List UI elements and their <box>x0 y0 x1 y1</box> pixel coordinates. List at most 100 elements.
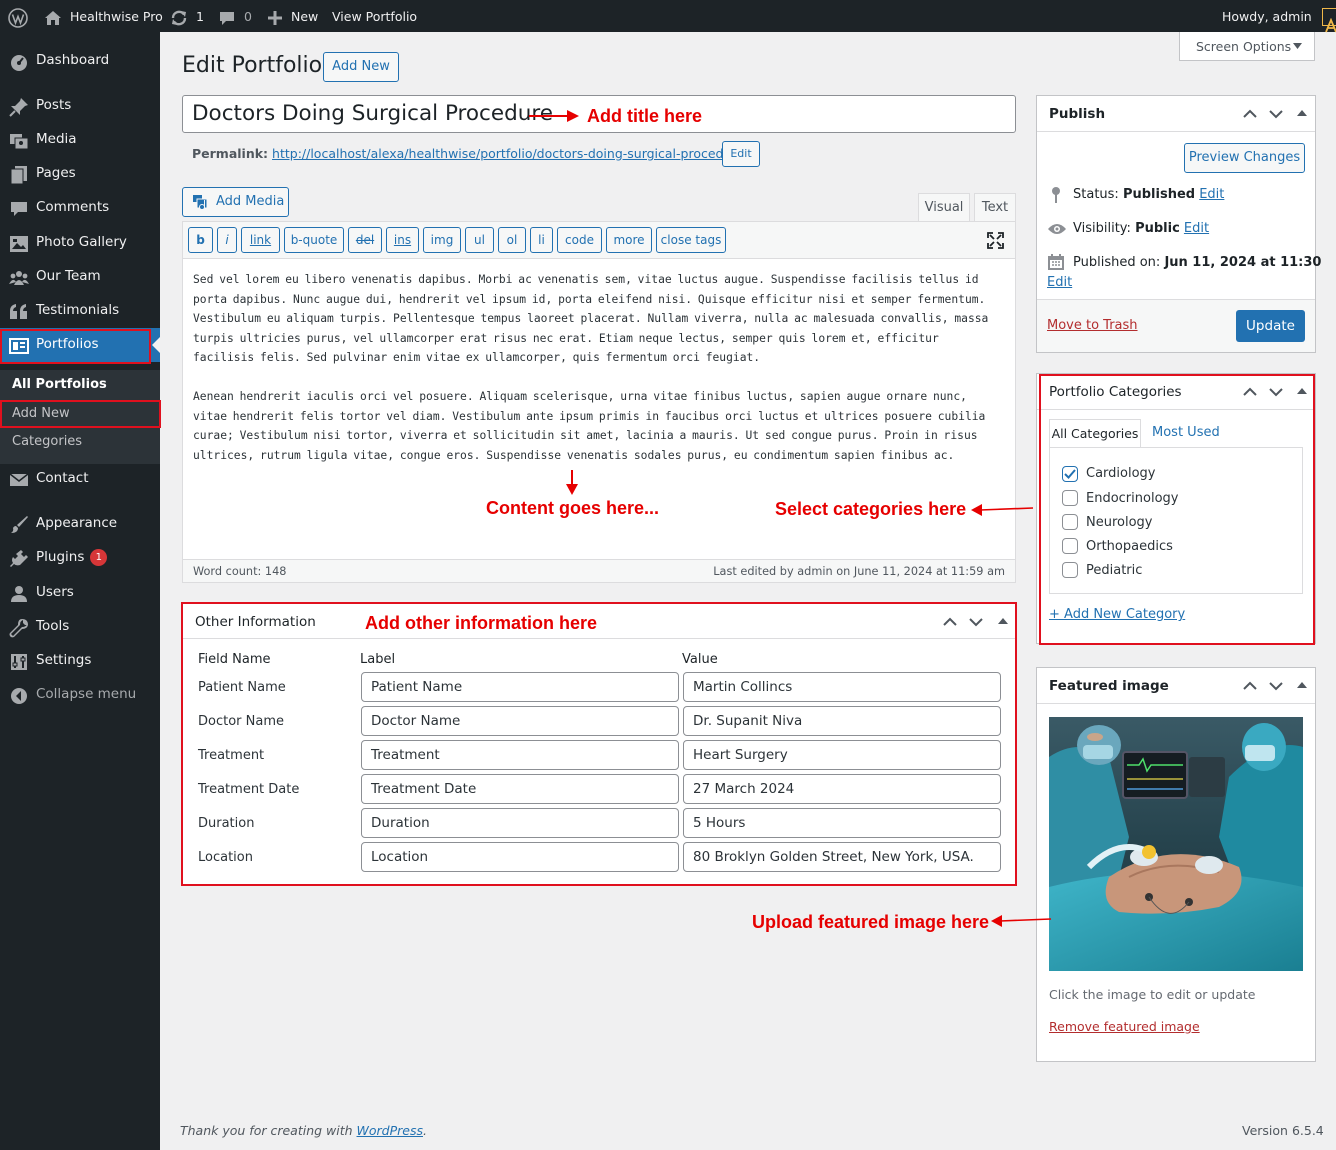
visibility-value: Public <box>1135 221 1180 236</box>
featured-image-title: Featured image <box>1049 678 1169 694</box>
qt-bold-button[interactable]: b <box>188 227 213 253</box>
featured-image-thumbnail[interactable] <box>1049 717 1303 971</box>
qt-del-button[interactable]: del <box>348 227 382 253</box>
qt-code-button[interactable]: code <box>557 227 602 253</box>
remove-featured-image-link[interactable]: Remove featured image <box>1049 1019 1200 1034</box>
sidebar-item-testimonials[interactable]: Testimonials <box>0 294 160 328</box>
qt-link-button[interactable]: link <box>241 227 280 253</box>
qt-ul-button[interactable]: ul <box>465 227 494 253</box>
move-down-icon[interactable] <box>1268 678 1284 694</box>
caret-down-icon <box>1293 43 1302 49</box>
featured-image-hint: Click the image to edit or update <box>1049 987 1256 1002</box>
sidebar-item-appearance[interactable]: Appearance <box>0 507 160 541</box>
annotation-box-other-info <box>181 602 1017 886</box>
qt-bquote-button[interactable]: b-quote <box>284 227 344 253</box>
editor-textarea[interactable]: Sed vel lorem eu libero venenatis dapibu… <box>193 270 1005 485</box>
page-title: Edit Portfolio <box>182 53 323 78</box>
sidebar-item-photo-gallery[interactable]: Photo Gallery <box>0 226 160 260</box>
permalink-edit-button[interactable]: Edit <box>722 141 760 167</box>
wordpress-logo-icon[interactable] <box>8 0 28 32</box>
sidebar-item-pages[interactable]: Pages <box>0 157 160 191</box>
submenu-all-portfolios[interactable]: All Portfolios <box>12 377 107 392</box>
qt-close-tags-button[interactable]: close tags <box>656 227 726 253</box>
annotation-arrow-categories-icon <box>971 504 1034 516</box>
updates-link[interactable]: 1 <box>170 0 204 32</box>
preview-changes-button[interactable]: Preview Changes <box>1184 143 1305 173</box>
sidebar-item-comments[interactable]: Comments <box>0 191 160 225</box>
editor-status-bar: Word count: 148 Last edited by admin on … <box>183 559 1015 582</box>
avatar <box>1321 7 1336 33</box>
permalink-row: Permalink: http://localhost/alexa/health… <box>192 146 748 161</box>
footer-version: Version 6.5.4 <box>1242 1123 1324 1138</box>
annotation-categories: Select categories here <box>775 499 967 519</box>
sidebar-item-our-team[interactable]: Our Team <box>0 260 160 294</box>
sidebar-item-dashboard[interactable]: Dashboard <box>0 44 160 78</box>
annotation-box-categories <box>1039 374 1315 645</box>
update-button[interactable]: Update <box>1236 310 1305 342</box>
annotation-arrow-image-icon <box>991 915 1052 927</box>
sidebar-collapse-menu[interactable]: Collapse menu <box>0 678 160 712</box>
new-content-link[interactable]: New <box>268 0 318 32</box>
comment-bubble-icon <box>220 11 234 25</box>
status-value: Published <box>1122 187 1196 202</box>
sidebar-item-posts[interactable]: Posts <box>0 89 160 123</box>
published-date-edit-link[interactable]: Edit <box>1047 275 1072 290</box>
view-portfolio-link[interactable]: View Portfolio <box>332 0 417 32</box>
visibility-edit-link[interactable]: Edit <box>1184 221 1209 236</box>
wrench-icon <box>9 619 28 638</box>
word-count: Word count: 148 <box>193 565 287 578</box>
published-date-value: Jun 11, 2024 at 11:30 <box>1164 255 1322 270</box>
refresh-icon <box>171 10 187 25</box>
add-new-button[interactable]: Add New <box>323 52 399 82</box>
qt-more-button[interactable]: more <box>606 227 652 253</box>
user-icon <box>11 586 27 602</box>
plus-icon <box>268 10 282 25</box>
annotation-box-portfolios <box>0 329 151 364</box>
plugin-icon <box>10 550 28 567</box>
team-icon <box>9 271 29 285</box>
toggle-panel-icon[interactable] <box>1294 678 1310 694</box>
paintbrush-icon <box>11 516 28 533</box>
settings-sliders-icon <box>11 654 27 670</box>
title-input-value: Doctors Doing Surgical Procedure <box>192 101 553 126</box>
permalink-link[interactable]: http://localhost/alexa/healthwise/portfo… <box>272 146 748 161</box>
comments-link[interactable]: 0 <box>219 0 252 32</box>
status-row: Status: Published Edit <box>1073 187 1225 202</box>
qt-italic-button[interactable]: i <box>217 227 237 253</box>
move-up-icon[interactable] <box>1242 106 1258 122</box>
site-name-label: Healthwise Pro <box>69 9 163 24</box>
sidebar-item-plugins[interactable]: Plugins 1 <box>0 541 160 575</box>
publish-title: Publish <box>1049 106 1106 122</box>
sidebar-item-tools[interactable]: Tools <box>0 610 160 644</box>
last-edited: Last edited by admin on June 11, 2024 at… <box>713 565 1005 578</box>
submenu-categories[interactable]: Categories <box>12 434 82 449</box>
annotation-content: Content goes here... <box>486 498 660 518</box>
site-name-link[interactable]: Healthwise Pro <box>44 0 163 32</box>
permalink-label: Permalink: <box>192 146 269 161</box>
tab-visual[interactable]: Visual <box>918 193 970 221</box>
move-down-icon[interactable] <box>1268 106 1284 122</box>
move-to-trash-link[interactable]: Move to Trash <box>1047 318 1138 333</box>
dashboard-gauge-icon <box>11 55 27 71</box>
add-media-button[interactable]: Add Media <box>182 187 289 217</box>
sidebar-item-media[interactable]: Media <box>0 123 160 157</box>
move-up-icon[interactable] <box>1242 678 1258 694</box>
fullscreen-icon[interactable] <box>987 232 1004 249</box>
qt-li-button[interactable]: li <box>530 227 553 253</box>
qt-ins-button[interactable]: ins <box>386 227 419 253</box>
sidebar-item-users[interactable]: Users <box>0 576 160 610</box>
toggle-panel-icon[interactable] <box>1294 106 1310 122</box>
status-edit-link[interactable]: Edit <box>1199 187 1224 202</box>
wordpress-link[interactable]: WordPress <box>357 1123 423 1138</box>
sidebar-item-settings[interactable]: Settings <box>0 644 160 678</box>
qt-ol-button[interactable]: ol <box>498 227 526 253</box>
sidebar-item-contact[interactable]: Contact <box>0 462 160 496</box>
my-account-link[interactable]: Howdy, admin <box>1222 0 1336 33</box>
screen-options-button[interactable]: Screen Options <box>1179 32 1315 61</box>
comments-icon <box>11 202 27 216</box>
annotation-arrow-content-icon <box>566 470 578 495</box>
qt-img-button[interactable]: img <box>423 227 461 253</box>
tab-text[interactable]: Text <box>974 193 1016 222</box>
media-icon <box>10 134 29 150</box>
content-paragraph: Sed vel lorem eu libero venenatis dapibu… <box>193 273 989 364</box>
